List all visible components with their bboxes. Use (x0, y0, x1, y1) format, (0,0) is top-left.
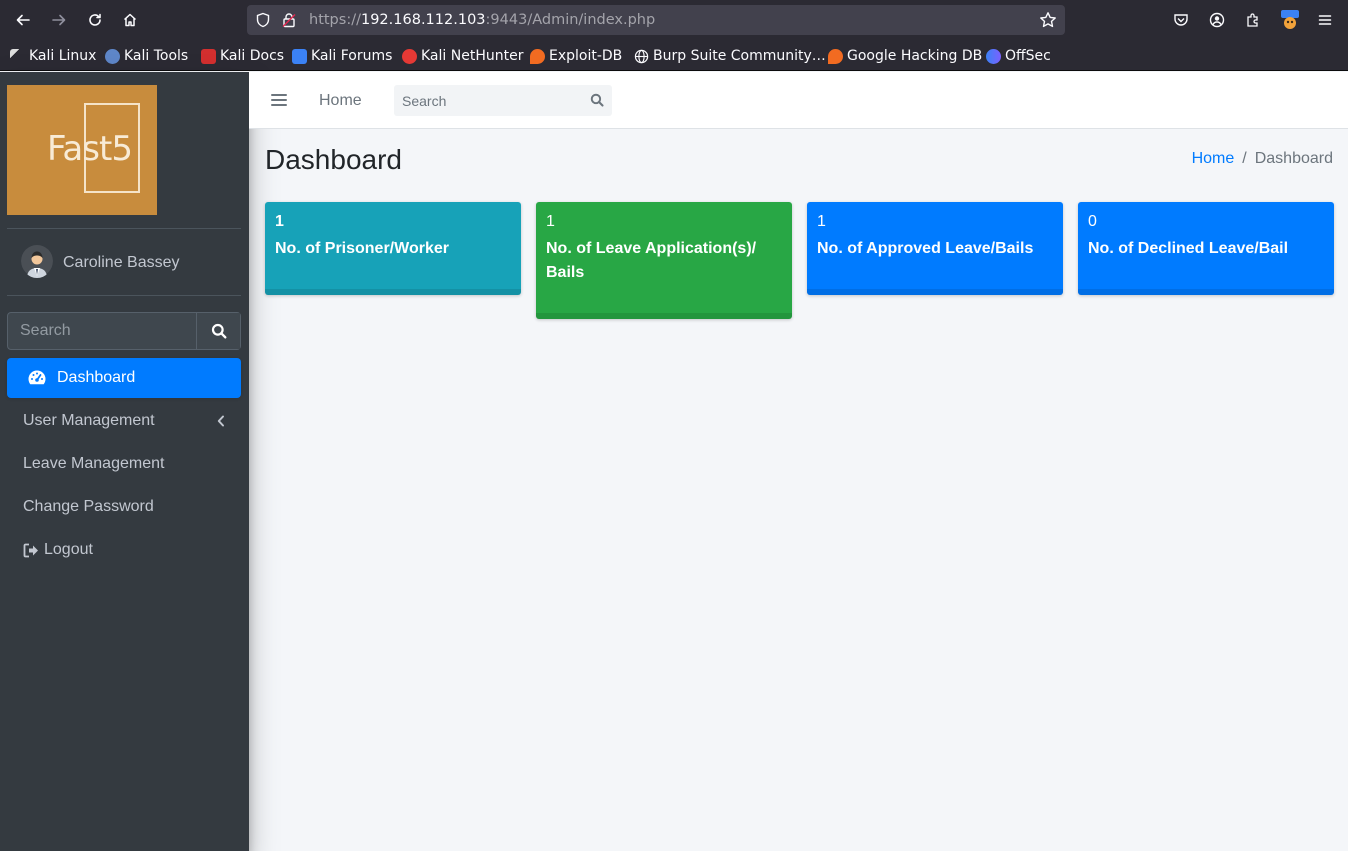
url-bar[interactable]: https://192.168.112.103:9443/Admin/index… (247, 5, 1065, 35)
stat-value: 1 (275, 213, 284, 230)
back-button[interactable] (11, 8, 35, 32)
pocket-icon (1174, 14, 1188, 26)
sidebar-item-label: Change Password (23, 498, 154, 515)
sidebar-item-user-management[interactable]: User Management (7, 401, 241, 441)
sidebar-item-logout[interactable]: Logout (7, 530, 241, 570)
bookmark-kali-tools[interactable]: Kali Tools (105, 46, 188, 66)
page-title: Dashboard (265, 144, 402, 175)
stat-label: No. of Leave Application(s)/ Bails (546, 240, 757, 281)
insecure-lock-icon[interactable] (281, 12, 297, 28)
account-icon (1209, 12, 1225, 28)
bookmark-google-hacking-db[interactable]: Google Hacking DB (828, 46, 982, 66)
offsec-icon (986, 48, 1001, 64)
account-button[interactable] (1207, 10, 1227, 30)
home-button[interactable] (118, 8, 142, 32)
brand-logo[interactable]: Fast5 (7, 85, 157, 215)
back-arrow-icon (16, 14, 30, 26)
stat-box-leave-applications[interactable]: 1 No. of Leave Application(s)/ Bails (536, 202, 792, 319)
sidebar-divider (7, 295, 241, 296)
stat-box-declined-leave[interactable]: 0 No. of Declined Leave/Bail (1078, 202, 1334, 295)
breadcrumb-home-link[interactable]: Home (1192, 150, 1235, 168)
stat-box-approved-leave[interactable]: 1 No. of Approved Leave/Bails (807, 202, 1063, 295)
breadcrumb: Home / Dashboard (1192, 150, 1333, 168)
stat-box-prisoner-worker[interactable]: 1 No. of Prisoner/Worker (265, 202, 521, 295)
sidebar-toggle-icon[interactable] (271, 93, 287, 107)
burp-icon (1281, 10, 1299, 29)
kali-dragon-icon (10, 48, 25, 64)
main-sidebar: Fast5 Caroline Bassey Dashboard User Man… (0, 72, 249, 851)
user-panel: Caroline Bassey (7, 229, 241, 295)
sidebar-search-button[interactable] (196, 313, 240, 349)
ghdb-icon (828, 48, 843, 64)
stat-label: No. of Approved Leave/Bails (817, 240, 1034, 257)
tachometer-icon (28, 370, 46, 385)
reload-button[interactable] (83, 8, 107, 32)
forward-button[interactable] (47, 8, 71, 32)
stat-box-footer (536, 313, 792, 319)
bookmark-kali-linux[interactable]: Kali Linux (10, 46, 96, 66)
kali-forums-icon (292, 48, 307, 64)
navbar-search-input[interactable] (394, 85, 580, 116)
breadcrumb-separator: / (1242, 150, 1247, 167)
puzzle-icon (1247, 13, 1258, 27)
url-text: https://192.168.112.103:9443/Admin/index… (309, 12, 656, 28)
kali-docs-icon (201, 48, 216, 64)
app-menu-button[interactable] (1315, 10, 1335, 30)
sidebar-item-label: User Management (23, 412, 155, 429)
bookmark-kali-forums[interactable]: Kali Forums (292, 46, 392, 66)
sidebar-item-leave-management[interactable]: Leave Management (7, 444, 241, 484)
user-avatar[interactable] (21, 244, 53, 278)
browser-toolbar: https://192.168.112.103:9443/Admin/index… (0, 0, 1348, 40)
sidebar-item-label: Dashboard (57, 369, 136, 386)
globe-icon (634, 49, 649, 63)
hamburger-menu-icon (1318, 15, 1332, 25)
logo-text: Fast5 (47, 129, 133, 169)
stat-label: No. of Declined Leave/Bail (1088, 240, 1289, 257)
bookmarks-toolbar: Kali Linux Kali Tools Kali Docs Kali For… (0, 40, 1348, 71)
user-avatar-icon (21, 245, 53, 278)
sidebar-item-label: Leave Management (23, 455, 165, 472)
bookmark-kali-nethunter[interactable]: Kali NetHunter (402, 46, 523, 66)
kali-tools-icon (105, 48, 120, 64)
stat-label: No. of Prisoner/Worker (275, 240, 449, 257)
search-icon (211, 323, 226, 339)
tracking-shield-icon[interactable] (255, 12, 271, 28)
stat-value: 1 (817, 213, 826, 230)
search-icon[interactable] (590, 93, 604, 107)
stat-value: 0 (1088, 213, 1097, 230)
pocket-button[interactable] (1171, 10, 1191, 30)
sign-out-icon (23, 543, 38, 558)
bookmark-star-icon[interactable] (1039, 11, 1057, 29)
navbar-search (394, 85, 612, 116)
forward-arrow-icon (52, 14, 66, 26)
sidebar-search-input[interactable] (8, 313, 196, 349)
sidebar-item-dashboard[interactable]: Dashboard (7, 358, 241, 398)
stat-box-footer (807, 289, 1063, 295)
extensions-button[interactable] (1243, 10, 1263, 30)
top-navbar: Home (249, 72, 1348, 129)
stat-box-footer (1078, 289, 1334, 295)
stat-box-footer (265, 289, 521, 295)
bookmark-exploit-db[interactable]: Exploit-DB (530, 46, 622, 66)
sidebar-item-change-password[interactable]: Change Password (7, 487, 241, 527)
burp-extension-button[interactable] (1280, 10, 1300, 30)
user-name[interactable]: Caroline Bassey (63, 254, 180, 272)
bookmark-burp-suite[interactable]: Burp Suite Community… (634, 46, 826, 66)
breadcrumb-current: Dashboard (1254, 150, 1333, 167)
sidebar-search (7, 312, 241, 350)
stat-value: 1 (546, 213, 555, 230)
bookmark-offsec[interactable]: OffSec (986, 46, 1051, 66)
chevron-left-icon (217, 415, 224, 427)
nethunter-icon (402, 48, 417, 64)
navbar-home-link[interactable]: Home (319, 92, 362, 110)
exploit-db-icon (530, 48, 545, 64)
bookmark-kali-docs[interactable]: Kali Docs (201, 46, 284, 66)
home-icon (123, 13, 137, 27)
reload-icon (89, 13, 101, 26)
sidebar-item-label: Logout (44, 541, 93, 558)
